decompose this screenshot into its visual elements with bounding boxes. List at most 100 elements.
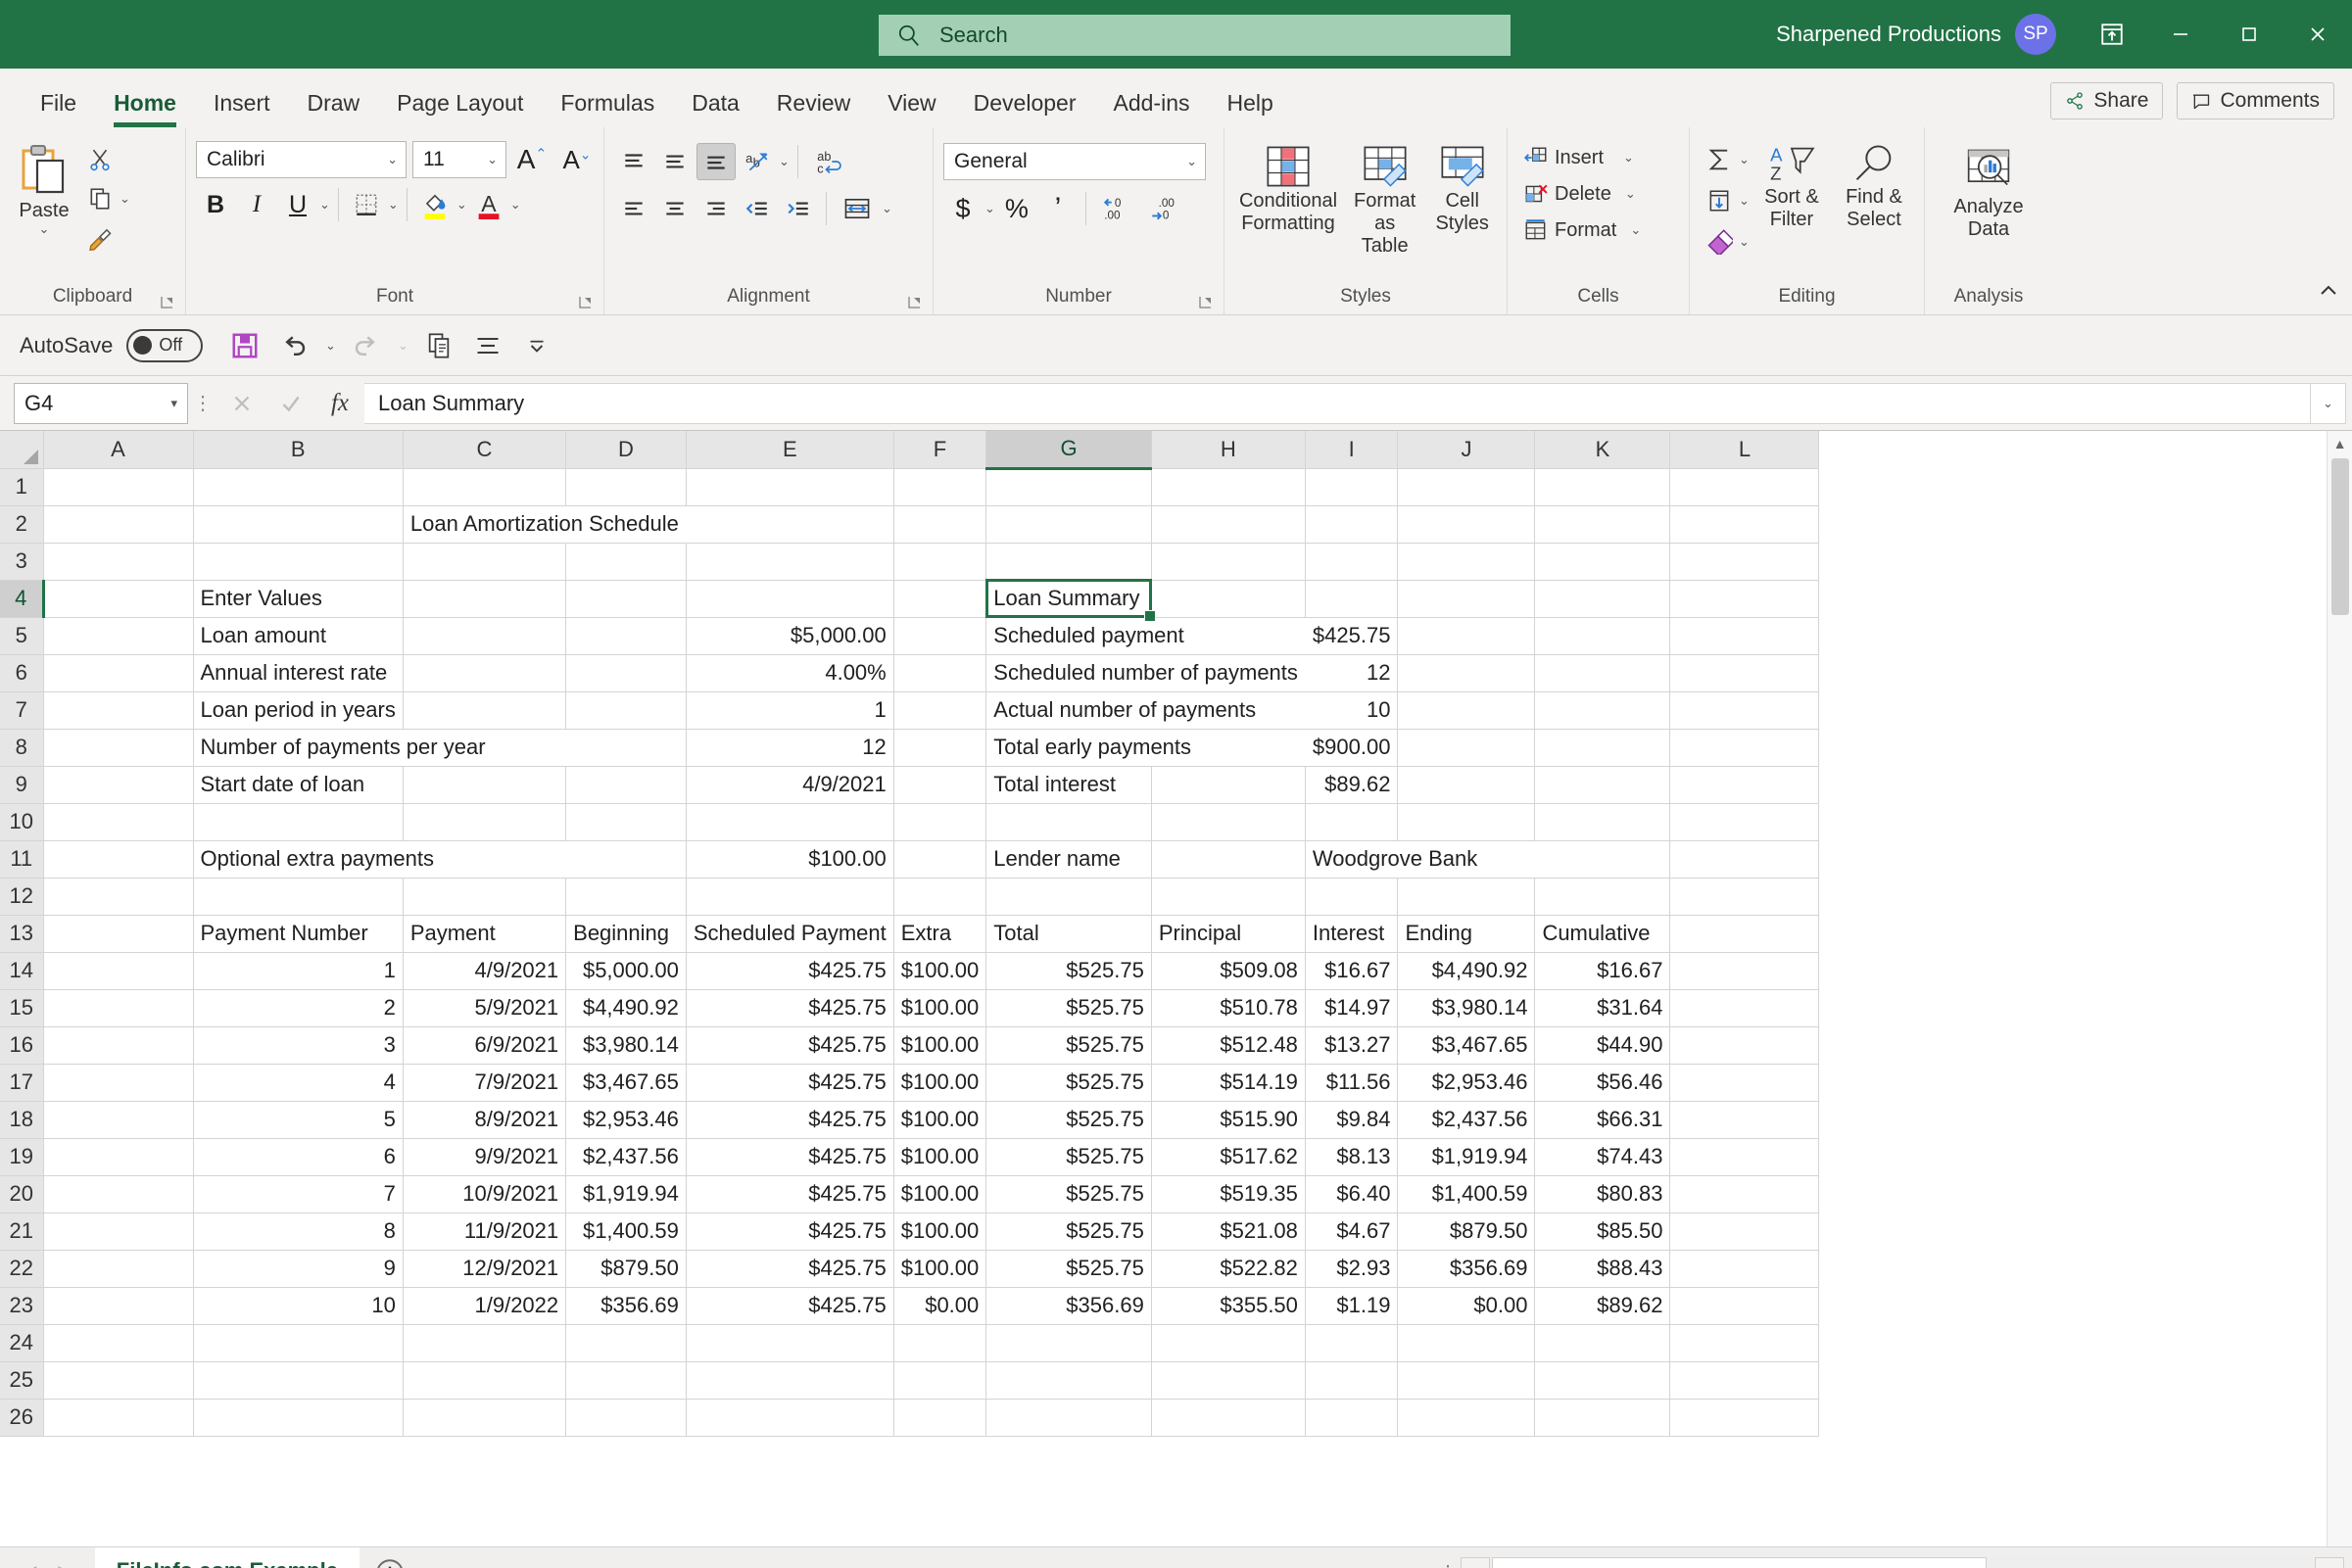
cell-K16[interactable]: $44.90 [1534, 1026, 1671, 1065]
cell-L20[interactable] [1669, 1175, 1820, 1213]
vertical-scrollbar[interactable]: ▲ [2327, 431, 2352, 1546]
cell-H18[interactable]: $515.90 [1151, 1101, 1306, 1139]
cell-A18[interactable] [43, 1101, 194, 1139]
cell-K23[interactable]: $89.62 [1534, 1287, 1671, 1325]
redo-button[interactable] [342, 321, 391, 370]
cell-G19[interactable]: $525.75 [985, 1138, 1152, 1176]
decrease-font-size-button[interactable]: A⌄ [557, 141, 597, 178]
increase-font-size-button[interactable]: A⌃ [512, 141, 552, 178]
cell-H12[interactable] [1151, 878, 1306, 916]
maximize-button[interactable] [2215, 0, 2283, 69]
cell-F23[interactable]: $0.00 [893, 1287, 987, 1325]
cell-G12[interactable] [985, 878, 1152, 916]
cell-G15[interactable]: $525.75 [985, 989, 1152, 1027]
cell-B3[interactable] [193, 543, 404, 581]
cell-K14[interactable]: $16.67 [1534, 952, 1671, 990]
cell-C12[interactable] [403, 878, 567, 916]
cell-E11[interactable]: $100.00 [686, 840, 894, 879]
cell-I14[interactable]: $16.67 [1305, 952, 1399, 990]
cell-K12[interactable] [1534, 878, 1671, 916]
chevron-down-icon[interactable]: ⌄ [1739, 193, 1750, 209]
cell-L13[interactable] [1669, 915, 1820, 953]
align-bottom-button[interactable] [696, 143, 736, 180]
cell-H22[interactable]: $522.82 [1151, 1250, 1306, 1288]
cell-D21[interactable]: $1,400.59 [565, 1212, 687, 1251]
cell-I9[interactable]: $89.62 [1305, 766, 1399, 804]
cell-L6[interactable] [1669, 654, 1820, 692]
tab-view[interactable]: View [869, 92, 954, 127]
cell-G20[interactable]: $525.75 [985, 1175, 1152, 1213]
row-header-16[interactable]: 16 [0, 1026, 44, 1065]
column-header-b[interactable]: B [193, 431, 404, 469]
cell-C25[interactable] [403, 1361, 567, 1400]
chevron-down-icon[interactable]: ⌄ [882, 201, 892, 216]
cell-K24[interactable] [1534, 1324, 1671, 1362]
cell-B12[interactable] [193, 878, 404, 916]
cell-B11[interactable]: Optional extra payments [193, 840, 566, 879]
undo-button[interactable] [269, 321, 318, 370]
cell-A16[interactable] [43, 1026, 194, 1065]
cell-L9[interactable] [1669, 766, 1820, 804]
cell-G13[interactable]: Total [985, 915, 1152, 953]
accounting-format-button[interactable]: $ [943, 190, 983, 227]
cell-F21[interactable]: $100.00 [893, 1212, 987, 1251]
column-header-c[interactable]: C [403, 431, 567, 469]
cell-I19[interactable]: $8.13 [1305, 1138, 1399, 1176]
minimize-button[interactable] [2146, 0, 2215, 69]
cell-L10[interactable] [1669, 803, 1820, 841]
cell-I21[interactable]: $4.67 [1305, 1212, 1399, 1251]
cell-I24[interactable] [1305, 1324, 1399, 1362]
chevron-down-icon[interactable]: ⌄ [120, 191, 130, 207]
cell-F12[interactable] [893, 878, 987, 916]
cell-K1[interactable] [1534, 468, 1671, 506]
cell-F11[interactable] [893, 840, 987, 879]
cell-J9[interactable] [1397, 766, 1536, 804]
row-header-13[interactable]: 13 [0, 915, 44, 953]
cell-G9[interactable]: Total interest [985, 766, 1152, 804]
cell-J18[interactable]: $2,437.56 [1397, 1101, 1536, 1139]
cell-J15[interactable]: $3,980.14 [1397, 989, 1536, 1027]
cell-E2[interactable] [686, 505, 894, 544]
cell-A3[interactable] [43, 543, 194, 581]
cell-K20[interactable]: $80.83 [1534, 1175, 1671, 1213]
cell-G1[interactable] [985, 468, 1152, 506]
cell-G17[interactable]: $525.75 [985, 1064, 1152, 1102]
number-dialog-launcher[interactable] [1198, 293, 1214, 309]
cell-I11[interactable]: Woodgrove Bank [1305, 840, 1535, 879]
cell-A2[interactable] [43, 505, 194, 544]
cell-G26[interactable] [985, 1399, 1152, 1437]
cell-G21[interactable]: $525.75 [985, 1212, 1152, 1251]
cell-G5[interactable]: Scheduled payment [985, 617, 1306, 655]
row-header-24[interactable]: 24 [0, 1324, 44, 1362]
customize-qat-button[interactable] [512, 321, 561, 370]
cell-A15[interactable] [43, 989, 194, 1027]
cut-button[interactable] [80, 141, 120, 178]
cell-G10[interactable] [985, 803, 1152, 841]
cell-J14[interactable]: $4,490.92 [1397, 952, 1536, 990]
cell-A14[interactable] [43, 952, 194, 990]
increase-decimal-button[interactable]: 0 .00 [1094, 190, 1139, 227]
cell-L14[interactable] [1669, 952, 1820, 990]
next-sheet-button[interactable]: ▶ [58, 1560, 72, 1568]
chevron-down-icon[interactable]: ⌄ [1739, 234, 1750, 250]
cell-E21[interactable]: $425.75 [686, 1212, 894, 1251]
column-header-k[interactable]: K [1534, 431, 1671, 469]
row-header-9[interactable]: 9 [0, 766, 44, 804]
comments-button[interactable]: Comments [2177, 82, 2334, 119]
cell-D7[interactable] [565, 691, 687, 730]
formula-input[interactable]: Loan Summary [364, 382, 2311, 424]
cell-H25[interactable] [1151, 1361, 1306, 1400]
cell-L16[interactable] [1669, 1026, 1820, 1065]
cell-L4[interactable] [1669, 580, 1820, 618]
cell-E7[interactable]: 1 [686, 691, 894, 730]
comma-format-button[interactable]: ’ [1038, 190, 1078, 227]
row-header-18[interactable]: 18 [0, 1101, 44, 1139]
cell-K25[interactable] [1534, 1361, 1671, 1400]
cell-I13[interactable]: Interest [1305, 915, 1399, 953]
cell-A17[interactable] [43, 1064, 194, 1102]
cell-J5[interactable] [1397, 617, 1536, 655]
cell-D23[interactable]: $356.69 [565, 1287, 687, 1325]
sort-and-filter-button[interactable]: A Z Sort & Filter [1752, 139, 1832, 235]
cell-G4[interactable]: Loan Summary [984, 579, 1155, 621]
avatar[interactable]: SP [2015, 14, 2056, 55]
